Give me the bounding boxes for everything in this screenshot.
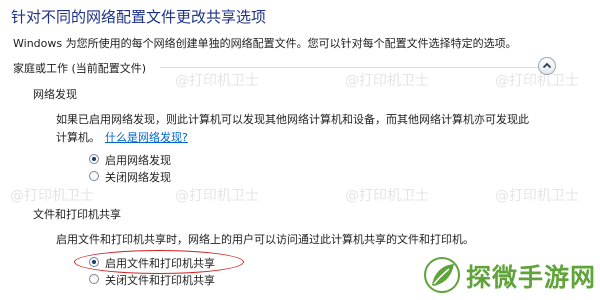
page-title: 针对不同的网络配置文件更改共享选项 [11, 8, 267, 26]
network-discovery-text-line2-start: 计算机。 [56, 131, 100, 144]
network-discovery-help-link[interactable]: 什么是网络发现? [105, 131, 188, 144]
watermark-text: @打印机卫士 [10, 188, 94, 204]
profile-label: 家庭或工作 (当前配置文件) [13, 62, 147, 75]
radio-enable-network-discovery-label: 启用网络发现 [105, 154, 171, 167]
network-discovery-description: 如果已启用网络发现，则此计算机可以发现其他网络计算机和设备，而其他网络计算机亦可… [56, 111, 529, 147]
watermark-text: @打印机卫士 [345, 188, 429, 204]
file-sharing-description: 启用文件和打印机共享时，网络上的用户可以访问通过此计算机共享的文件和打印机。 [56, 233, 474, 246]
network-discovery-text-line1: 如果已启用网络发现，则此计算机可以发现其他网络计算机和设备，而其他网络计算机亦可… [56, 113, 529, 126]
radio-enable-network-discovery-indicator[interactable] [89, 154, 99, 164]
radio-disable-network-discovery-label: 关闭网络发现 [105, 171, 171, 184]
radio-disable-network-discovery-indicator[interactable] [89, 171, 99, 181]
file-sharing-title: 文件和打印机共享 [33, 208, 121, 221]
profile-header: 家庭或工作 (当前配置文件) [0, 54, 562, 84]
profile-divider [160, 67, 538, 68]
chevron-up-icon [542, 62, 552, 69]
network-discovery-text-line2: 计算机。 什么是网络发现? [56, 129, 529, 147]
watermark-text: @打印机卫士 [495, 188, 579, 204]
radio-disable-file-sharing-indicator[interactable] [89, 274, 99, 284]
watermark-text: @打印机卫士 [175, 188, 259, 204]
network-discovery-title: 网络发现 [33, 88, 77, 101]
brand-watermark: 探微手游网 [466, 263, 597, 292]
brand-logo-icon [424, 257, 460, 293]
radio-enable-file-sharing-label: 启用文件和打印机共享 [105, 257, 215, 270]
radio-enable-file-sharing-indicator[interactable] [89, 257, 99, 267]
collapse-button[interactable] [538, 57, 556, 75]
page-description: Windows 为您所使用的每个网络创建单独的网络配置文件。您可以针对每个配置文… [13, 37, 517, 50]
radio-disable-file-sharing-label: 关闭文件和打印机共享 [105, 274, 215, 287]
